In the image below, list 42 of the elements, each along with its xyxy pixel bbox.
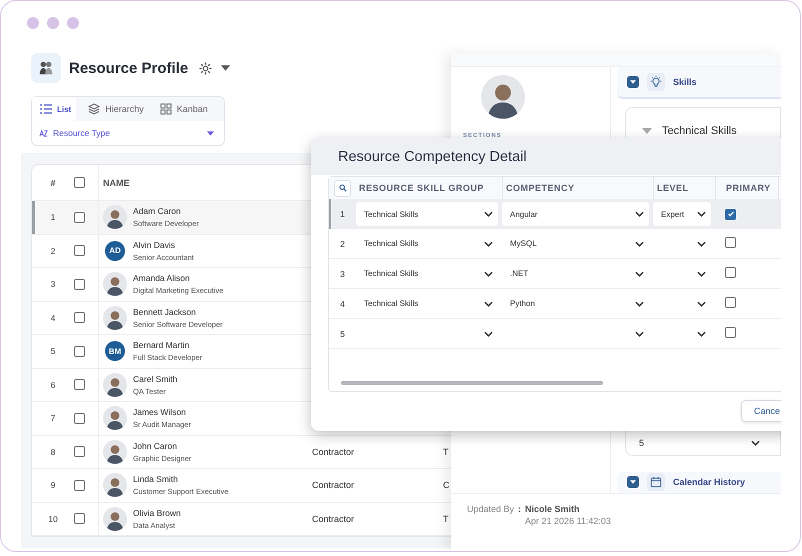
person-name: Olivia Brown <box>133 508 181 518</box>
row-number: 8 <box>50 446 56 459</box>
avatar-badge: AD <box>105 240 125 261</box>
column-header: NAME <box>102 176 130 190</box>
table-cell: Contractor <box>312 446 354 457</box>
person-name: John Caron <box>133 440 178 451</box>
row-number: 4 <box>50 312 56 325</box>
person-name: Alvin Davis <box>133 240 176 250</box>
row-number: 3 <box>339 268 346 278</box>
page-title: Resource Profile <box>69 60 188 76</box>
row-number: 2 <box>50 244 56 258</box>
row-number: 6 <box>50 378 56 392</box>
column-header: RESOURCE SKILL GROUP <box>358 182 485 195</box>
table-cell: T <box>443 514 448 524</box>
table-cell: C <box>443 480 450 490</box>
dialog-title: Resource Competency Detail <box>338 148 527 164</box>
group-title: Technical Skills <box>662 124 737 137</box>
updated-date: Apr 21 2026 11:42:03 <box>525 516 611 526</box>
avatar-badge: BM <box>105 341 125 362</box>
row-number: 4 <box>339 298 346 308</box>
table-cell: Contractor <box>312 514 354 524</box>
updated-by-name: Nicole Smith <box>525 504 581 514</box>
person-name: Amanda Alison <box>133 273 191 284</box>
row-number: 9 <box>50 479 56 492</box>
separator: : <box>518 504 522 514</box>
table-cell: Contractor <box>312 480 354 490</box>
updated-by-label: Updated By <box>467 504 514 514</box>
person-name: Carel Smith <box>133 374 178 384</box>
row-number: 10 <box>47 512 59 526</box>
person-name: James Wilson <box>133 407 187 418</box>
column-header: # <box>49 176 56 190</box>
row-number: 5 <box>50 345 56 358</box>
person-name: Bernard Martin <box>133 340 190 350</box>
row-number: 1 <box>50 211 56 224</box>
person-name: Bennett Jackson <box>133 306 197 317</box>
row-number: 2 <box>339 238 346 248</box>
row-number: 1 <box>339 209 346 219</box>
person-name: Linda Smith <box>133 474 179 484</box>
table-cell: T <box>443 446 448 457</box>
person-name: Adam Caron <box>133 206 182 216</box>
row-number: 3 <box>50 278 56 292</box>
row-number: 7 <box>50 412 56 426</box>
